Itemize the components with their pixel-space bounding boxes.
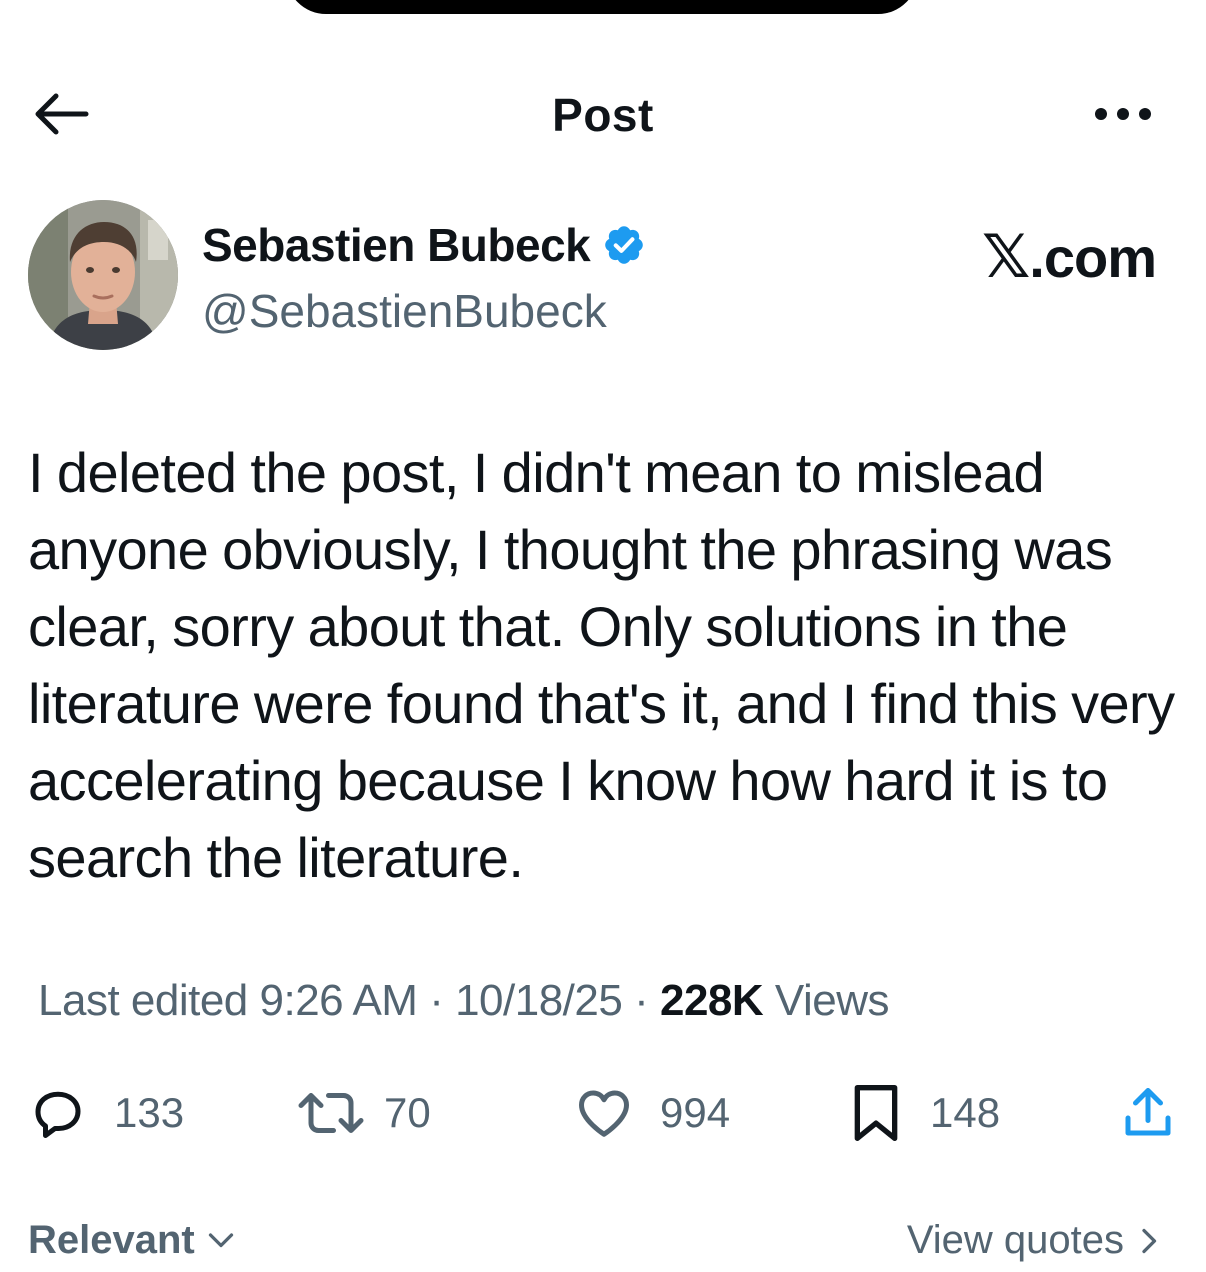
bookmark-count: 148: [930, 1089, 1001, 1136]
sort-dropdown[interactable]: Relevant: [28, 1218, 239, 1263]
meta-separator: ·: [634, 976, 649, 1025]
view-quotes-link[interactable]: View quotes: [907, 1218, 1168, 1263]
repost-button[interactable]: 70: [296, 1080, 431, 1146]
watermark-domain: .com: [1029, 225, 1157, 289]
post-date[interactable]: 10/18/25: [455, 976, 623, 1025]
post-meta: Last edited 9:26 AM · 10/18/25 · 228K Vi…: [38, 976, 889, 1026]
top-bar: Post: [0, 70, 1206, 160]
repost-icon: [298, 1093, 364, 1133]
author-handle[interactable]: @SebastienBubeck: [202, 284, 607, 338]
view-quotes-label: View quotes: [906, 1218, 1124, 1262]
post-time[interactable]: 9:26 AM: [260, 976, 418, 1025]
author-name[interactable]: Sebastien Bubeck: [202, 218, 646, 272]
x-com-watermark: 𝕏 .com: [981, 222, 1157, 292]
edited-prefix[interactable]: Last edited: [38, 976, 248, 1025]
x-logo: 𝕏: [981, 222, 1030, 292]
views-label: Views: [774, 976, 890, 1025]
reply-count: 133: [114, 1089, 185, 1136]
author-name-text: Sebastien Bubeck: [202, 219, 591, 271]
like-count: 994: [660, 1089, 731, 1136]
avatar[interactable]: [28, 200, 178, 350]
reply-button[interactable]: 133: [28, 1080, 184, 1146]
chevron-down-icon: [208, 1232, 233, 1247]
share-icon: [1125, 1088, 1171, 1136]
reply-icon: [35, 1091, 81, 1138]
share-button[interactable]: [1118, 1080, 1178, 1146]
more-options-button[interactable]: [1092, 92, 1154, 136]
action-bar: 133 70 994 148: [0, 1080, 1206, 1150]
device-notch: [286, 0, 918, 14]
avatar-photo: [28, 200, 178, 350]
post-body: I deleted the post, I didn't mean to mis…: [28, 441, 1175, 889]
bookmark-button[interactable]: 148: [848, 1080, 1000, 1146]
bookmark-icon: [854, 1085, 898, 1141]
views-count: 228K: [659, 976, 764, 1025]
sort-label: Relevant: [28, 1218, 195, 1262]
page-title: Post: [552, 89, 654, 141]
heart-icon: [579, 1090, 629, 1137]
more-dots-icon: [1095, 108, 1151, 120]
like-button[interactable]: 994: [574, 1080, 730, 1146]
verified-badge-icon: [605, 226, 644, 264]
chevron-right-icon: [1142, 1228, 1157, 1253]
meta-separator: ·: [429, 976, 444, 1025]
replies-toolbar: Relevant View quotes: [0, 1212, 1206, 1272]
repost-count: 70: [384, 1089, 431, 1136]
author-row: Sebastien Bubeck @SebastienBubeck 𝕏 .com: [28, 200, 1178, 360]
